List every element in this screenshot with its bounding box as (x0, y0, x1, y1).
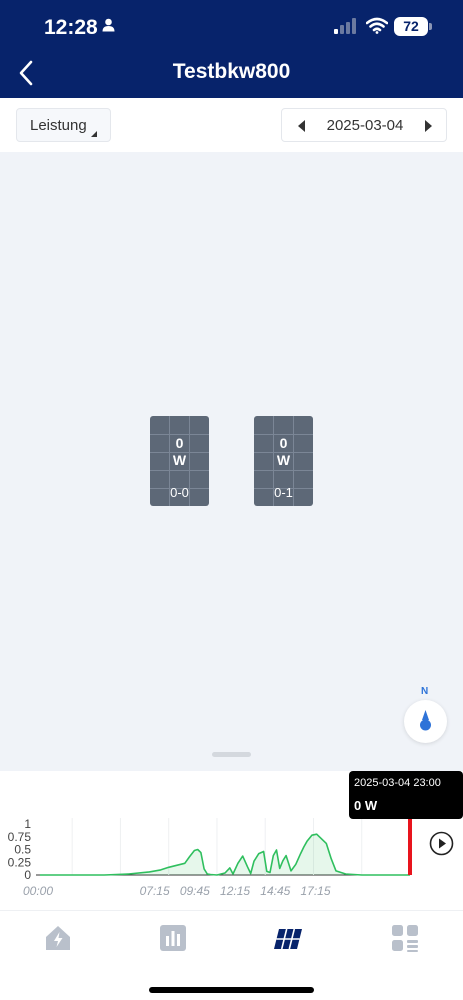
panel-id: 0-0 (170, 485, 189, 500)
x-tick-label: 12:15 (220, 884, 250, 898)
panel-power-unit: W (172, 452, 187, 468)
compass-icon (420, 710, 431, 731)
status-time: 12:28 (44, 16, 98, 39)
solar-panel-0-1[interactable]: 0 W 0-1 (254, 416, 313, 506)
x-tick-label: 09:45 (180, 884, 210, 898)
power-chart[interactable]: 1 0.75 0.5 0.25 0 00:00 07:15 09:45 12:15 14:45 17… (0, 771, 463, 910)
y-tick-label: 0 (24, 868, 31, 882)
grid-menu-icon[interactable] (390, 923, 420, 953)
panel-layout-canvas[interactable]: 0 W 0-0 0 W 0-1 N (0, 152, 463, 771)
panel-power: 0 W (150, 435, 209, 469)
panel-power-unit: W (276, 452, 291, 468)
solar-panel-icon[interactable] (273, 923, 303, 953)
panel-power-value: 0 (279, 435, 288, 451)
toolbar: Leistung 2025-03-04 (0, 98, 463, 152)
time-marker (408, 819, 412, 875)
x-tick-label: 07:15 (140, 884, 170, 898)
panel-power-value: 0 (175, 435, 184, 451)
series-line (40, 833, 410, 876)
panel-power: 0 W (254, 435, 313, 469)
date-picker[interactable]: 2025-03-04 (281, 108, 447, 142)
play-icon[interactable] (429, 831, 454, 856)
house-lightning-icon[interactable] (43, 923, 73, 953)
panel-id: 0-1 (274, 485, 293, 500)
tooltip-value: 0 W (354, 798, 378, 813)
cellular-signal-icon (334, 18, 356, 34)
date-label: 2025-03-04 (326, 117, 404, 134)
dropdown-caret-icon (91, 131, 97, 137)
page-title: Testbkw800 (172, 60, 291, 83)
tooltip-time: 2025-03-04 23:00 (354, 777, 441, 789)
home-indicator (149, 987, 314, 993)
drag-handle[interactable] (212, 752, 251, 757)
compass-button[interactable] (404, 700, 447, 743)
series-area (40, 834, 410, 875)
next-date-icon[interactable] (425, 120, 432, 132)
solar-panel-0-0[interactable]: 0 W 0-0 (150, 416, 209, 506)
chart-tooltip: 2025-03-04 23:00 0 W (349, 771, 463, 819)
app-header: 12:28 72 Testbkw800 (0, 0, 463, 98)
wifi-icon (366, 17, 388, 34)
x-tick-label: 00:00 (23, 884, 53, 898)
compass-north-label: N (421, 686, 429, 697)
x-tick-label: 14:45 (260, 884, 290, 898)
x-tick-label: 17:15 (300, 884, 330, 898)
bar-chart-icon[interactable] (158, 923, 188, 953)
battery-level: 72 (394, 17, 428, 36)
person-icon (102, 18, 115, 32)
bottom-nav (0, 910, 463, 1000)
battery-tip (429, 23, 432, 30)
metric-dropdown-label: Leistung (30, 117, 87, 134)
